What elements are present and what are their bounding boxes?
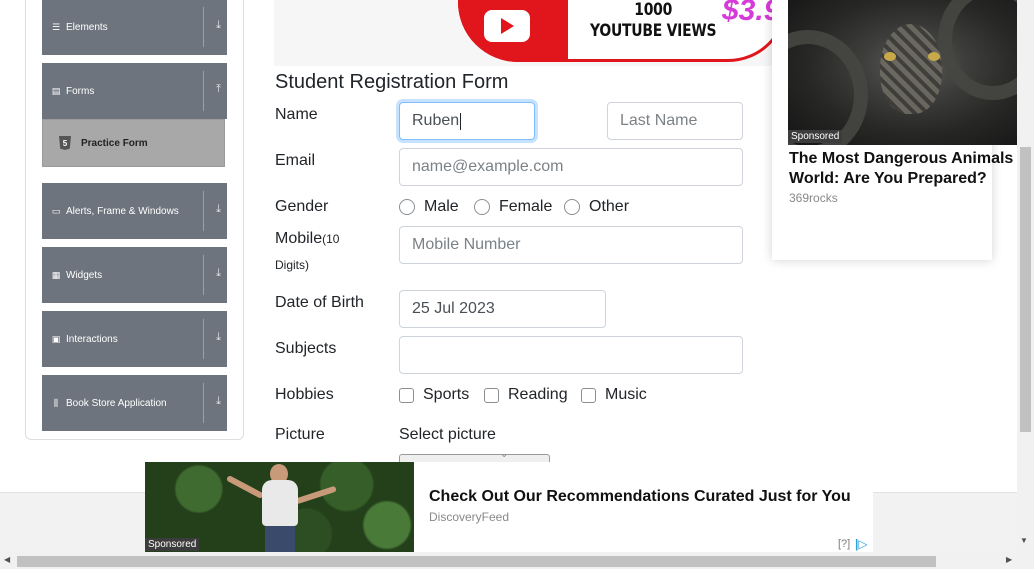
bottom-ad-headline[interactable]: Check Out Our Recommendations Curated Ju… (429, 488, 851, 506)
banner-line2: YOUTUBE VIEWS (590, 21, 717, 41)
divider (203, 191, 204, 231)
sidebar-item-label: Practice Form (81, 137, 148, 149)
hobby-checkbox-sports[interactable]: Sports (399, 386, 469, 404)
checkbox-label: Music (605, 386, 647, 403)
ad-image-detail (880, 24, 942, 114)
sidebar-item-practice-form[interactable]: 5 Practice Form (42, 119, 225, 167)
checkbox-label: Sports (423, 386, 470, 403)
sidebar-group-elements[interactable]: ☰ Elements ⤓ (42, 0, 227, 55)
chevron-down-icon: ⌄ (500, 449, 509, 460)
sidebar-group-bookstore[interactable]: ⫼ Book Store Application ⤓ (42, 375, 227, 431)
ad-image-detail (788, 30, 868, 145)
first-name-input[interactable]: Ruben (399, 102, 535, 140)
horizontal-scroll-thumb[interactable] (17, 556, 936, 567)
scroll-right-icon[interactable]: ▶ (1006, 555, 1012, 564)
chevron-down-icon: ⤓ (216, 19, 221, 31)
first-name-value: Ruben (412, 112, 460, 129)
sponsored-badge: Sponsored (145, 538, 200, 551)
checkbox-label: Reading (508, 386, 568, 403)
bottom-ad-source[interactable]: DiscoveryFeed (429, 510, 509, 524)
picture-label: Picture (275, 426, 325, 443)
checkbox-box[interactable] (399, 387, 414, 403)
banner-text: 1000 YOUTUBE VIEWS (590, 0, 717, 42)
select-picture-label: Select picture (399, 426, 496, 443)
email-input[interactable]: name@example.com (399, 148, 743, 186)
chevron-down-icon: ⤓ (216, 267, 221, 279)
window-icon: ▭ (51, 205, 61, 216)
bookstore-icon: ⫼ (53, 397, 59, 408)
mobile-label-text: Mobile (275, 230, 323, 247)
gender-label: Gender (275, 198, 329, 215)
dob-input[interactable]: 25 Jul 2023 (399, 290, 606, 328)
dob-label: Date of Birth (275, 294, 364, 311)
radio-label: Female (499, 198, 553, 215)
ad-image-detail (295, 485, 337, 505)
form-icon: ▤ (51, 85, 61, 96)
vertical-scroll-thumb[interactable] (1020, 147, 1031, 432)
checkbox-box[interactable] (484, 387, 499, 403)
ad-info-link[interactable]: [?] (838, 538, 850, 550)
sponsored-badge: Sponsored (788, 130, 843, 143)
scroll-down-icon[interactable]: ▼ (1020, 536, 1028, 545)
sidebar-group-forms[interactable]: ▤ Forms ⤒ (42, 63, 227, 119)
radio-circle[interactable] (474, 199, 490, 215)
mobile-hint: (10 (322, 232, 340, 246)
email-label: Email (275, 152, 316, 169)
divider (203, 7, 204, 47)
hobbies-label: Hobbies (275, 386, 334, 403)
chevron-down-icon: ⤓ (216, 331, 221, 343)
gender-radio-male[interactable]: Male (399, 198, 459, 216)
page-title: Student Registration Form (275, 71, 509, 93)
subjects-input[interactable] (399, 336, 743, 374)
name-label: Name (275, 106, 318, 123)
mobile-hint-digits: Digits) (275, 258, 310, 272)
divider (203, 71, 204, 111)
radio-label: Male (424, 198, 459, 215)
chevron-down-icon: ⤓ (216, 395, 221, 407)
ad-image-detail (225, 474, 265, 500)
ad-image-detail (884, 52, 896, 61)
ad-image-snake[interactable] (788, 0, 1017, 145)
mobile-hint-line2: Digits) (275, 256, 309, 274)
adchoices-icon[interactable]: |▷ (855, 537, 868, 551)
html5-icon: 5 (59, 136, 71, 150)
side-ad-source[interactable]: 369rocks (789, 191, 838, 205)
list-icon: ☰ (51, 21, 61, 32)
interactions-icon: ▣ (51, 333, 61, 344)
last-name-input[interactable]: Last Name (607, 102, 743, 140)
sidebar-group-interactions[interactable]: ▣ Interactions ⤓ (42, 311, 227, 367)
radio-circle[interactable] (399, 199, 415, 215)
hobby-checkbox-reading[interactable]: Reading (484, 386, 568, 404)
browser-viewport: ☰ Elements ⤓ ▤ Forms ⤒ 5 Practice Form ▭… (0, 0, 1034, 569)
chevron-down-icon: ⤓ (216, 203, 221, 215)
divider (203, 383, 204, 423)
sidebar-group-alerts[interactable]: ▭ Alerts, Frame & Windows ⤓ (42, 183, 227, 239)
checkbox-box[interactable] (581, 387, 596, 403)
divider (203, 255, 204, 295)
ad-image-detail (938, 0, 1017, 100)
text-caret (460, 112, 462, 130)
ad-image-detail (262, 480, 298, 526)
play-icon (501, 18, 514, 34)
divider (203, 319, 204, 359)
mobile-label: Mobile(10 (275, 230, 339, 248)
mobile-input[interactable]: Mobile Number (399, 226, 743, 264)
banner-line1: 1000 (634, 0, 673, 20)
hobby-checkbox-music[interactable]: Music (581, 386, 647, 404)
chevron-up-icon: ⤒ (216, 83, 221, 95)
banner-price: $3.9 (722, 0, 774, 27)
radio-label: Other (589, 198, 630, 215)
top-banner-ad[interactable]: 1000 YOUTUBE VIEWS $3.9 (274, 0, 774, 66)
scroll-left-icon[interactable]: ◀ (4, 555, 10, 564)
side-ad-headline[interactable]: The Most Dangerous Animals World: Are Yo… (789, 149, 1019, 189)
sidebar-group-widgets[interactable]: ▦ Widgets ⤓ (42, 247, 227, 303)
ad-image-detail (928, 52, 940, 61)
gender-radio-female[interactable]: Female (474, 198, 552, 216)
subjects-label: Subjects (275, 340, 337, 357)
ad-image-detail (265, 526, 295, 552)
radio-circle[interactable] (564, 199, 580, 215)
widgets-icon: ▦ (51, 269, 61, 280)
gender-radio-other[interactable]: Other (564, 198, 629, 216)
